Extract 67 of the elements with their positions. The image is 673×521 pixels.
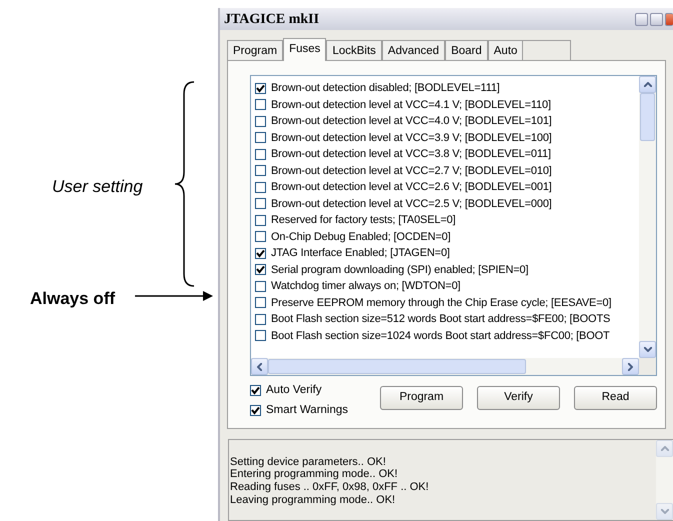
fuse-label: Reserved for factory tests; [TA0SEL=0] <box>271 213 456 228</box>
checkbox[interactable] <box>255 264 266 276</box>
action-button[interactable]: Verify <box>477 386 560 410</box>
close-button[interactable] <box>665 12 673 26</box>
scroll-up-button[interactable] <box>639 76 656 93</box>
fuse-label: Brown-out detection level at VCC=2.5 V; [BODLEVEL=000] <box>271 196 552 212</box>
maximize-button[interactable] <box>650 12 663 26</box>
checkbox[interactable] <box>255 116 266 127</box>
caret-icon <box>660 446 668 450</box>
checkbox[interactable] <box>255 82 266 94</box>
checkbox[interactable] <box>255 132 266 144</box>
checkbox[interactable] <box>255 182 266 193</box>
scrollbar-thumb[interactable] <box>268 359 526 374</box>
log-line: Leaving programming mode.. OK! <box>230 494 396 507</box>
checkbox[interactable] <box>250 385 261 396</box>
checkbox[interactable] <box>255 165 266 176</box>
checkbox[interactable] <box>255 99 266 110</box>
checkbox[interactable] <box>255 198 266 210</box>
fuse-label: Watchdog timer always on; [WDTON=0] <box>271 279 460 294</box>
log-line: Setting device parameters.. OK! <box>230 456 387 468</box>
fuse-label: Brown-out detection disabled; [BODLEVEL=111] <box>271 81 500 96</box>
caret-icon <box>628 362 633 370</box>
fuse-label: On-Chip Debug Enabled; [OCDEN=0] <box>271 230 451 244</box>
scroll-right-button[interactable] <box>622 358 639 375</box>
tab[interactable]: Program <box>227 40 284 60</box>
log-line: Reading fuses .. 0xFF, 0x98, 0xFF .. OK! <box>230 481 430 494</box>
tab[interactable]: Advanced <box>382 40 446 60</box>
fuse-label: Serial program downloading (SPI) enabled; [SPIEN=0] <box>271 262 528 278</box>
minimize-button[interactable] <box>635 12 648 26</box>
option-label: Auto Verify <box>266 383 322 398</box>
window-title: JTAGICE mkII <box>224 10 320 28</box>
tab[interactable]: Fuses <box>283 38 326 61</box>
annotation-label: Always off <box>30 288 116 310</box>
checkbox[interactable] <box>255 297 266 308</box>
fuse-label: JTAG Interface Enabled; [JTAGEN=0] <box>271 246 450 261</box>
fuse-label: Brown-out detection level at VCC=4.0 V; [BODLEVEL=101] <box>271 114 552 129</box>
fuse-label: Brown-out detection level at VCC=2.7 V; [BODLEVEL=010] <box>271 164 552 178</box>
scrollbar-thumb[interactable] <box>640 93 655 141</box>
annotation-label: User setting <box>52 176 143 198</box>
checkbox[interactable] <box>255 148 266 160</box>
caret-icon <box>644 347 652 352</box>
fuse-label: Boot Flash section size=1024 words Boot start address=$FC00; [BOOT <box>271 328 610 344</box>
scroll-left-button[interactable] <box>251 358 268 375</box>
checkbox[interactable] <box>255 231 266 242</box>
checkbox[interactable] <box>255 248 266 259</box>
checkbox[interactable] <box>255 280 266 292</box>
option-label: Smart Warnings <box>266 403 348 418</box>
fuse-label: Brown-out detection level at VCC=3.8 V; [BODLEVEL=011] <box>271 147 551 162</box>
action-button[interactable]: Program <box>380 386 463 410</box>
tab[interactable]: Board <box>445 40 488 60</box>
fuse-label: Boot Flash section size=512 words Boot start address=$FE00; [BOOTS <box>271 312 610 327</box>
tab[interactable]: Auto <box>488 40 524 60</box>
tab[interactable]: LockBits <box>326 40 382 60</box>
checkbox[interactable] <box>250 405 261 416</box>
checkbox[interactable] <box>255 330 266 342</box>
fuse-label: Brown-out detection level at VCC=2.6 V; [BODLEVEL=001] <box>271 180 552 195</box>
caret-icon <box>257 362 262 370</box>
fuse-label: Brown-out detection level at VCC=4.1 V; [BODLEVEL=110] <box>271 98 551 112</box>
log-line: Entering programming mode.. OK! <box>230 468 399 482</box>
caret-icon <box>660 509 668 514</box>
checkbox[interactable] <box>255 214 266 226</box>
caret-icon <box>644 82 652 87</box>
scroll-down-button[interactable] <box>639 341 656 358</box>
action-button[interactable]: Read <box>574 386 657 410</box>
checkbox[interactable] <box>255 314 266 325</box>
fuse-label: Brown-out detection level at VCC=3.9 V; [BODLEVEL=100] <box>271 130 552 146</box>
fuse-label: Preserve EEPROM memory through the Chip Erase cycle; [EESAVE=0] <box>271 296 612 310</box>
